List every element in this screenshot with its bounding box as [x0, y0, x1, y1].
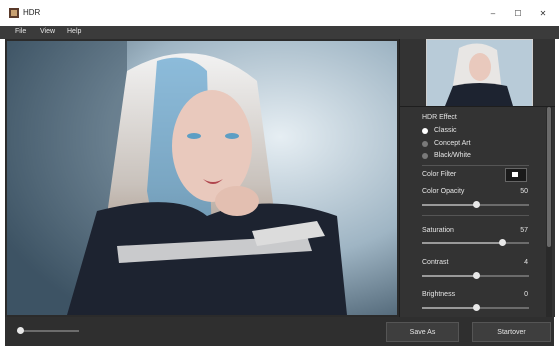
menu-bar: File View Help — [0, 26, 559, 39]
settings-panel: HDR Effect Classic Concept Art Black/Whi… — [399, 39, 555, 317]
thumbnail-preview[interactable] — [426, 39, 533, 107]
saturation-slider[interactable] — [422, 239, 529, 246]
color-opacity-label: Color Opacity — [422, 188, 465, 195]
hdr-effect-heading: HDR Effect — [422, 114, 457, 121]
effect-label: Black/White — [434, 152, 471, 159]
zoom-slider[interactable] — [17, 327, 79, 334]
panel-separator — [400, 106, 555, 107]
slider-handle[interactable] — [472, 272, 480, 279]
color-opacity-slider[interactable] — [422, 201, 529, 208]
contrast-label: Contrast — [422, 259, 449, 266]
contrast-slider[interactable] — [422, 272, 529, 279]
minimize-button[interactable]: – — [479, 4, 507, 22]
menu-view[interactable]: View — [40, 28, 55, 35]
effect-label: Concept Art — [434, 140, 471, 147]
title-bar: HDR – ☐ ✕ — [0, 0, 559, 26]
slider-fill — [422, 307, 476, 309]
zoom-slider-handle[interactable] — [17, 327, 25, 334]
startover-button[interactable]: Startover — [472, 322, 551, 342]
brightness-slider[interactable] — [422, 304, 529, 311]
close-button[interactable]: ✕ — [529, 4, 557, 22]
slider-fill — [422, 242, 503, 244]
radio-selected-icon — [422, 127, 428, 134]
effect-classic-radio[interactable]: Classic — [422, 127, 457, 134]
window-title: HDR — [23, 8, 41, 17]
slider-fill — [422, 275, 476, 277]
color-opacity-value: 50 — [520, 188, 528, 195]
color-filter-label: Color Filter — [422, 171, 457, 178]
radio-unselected-icon — [422, 152, 428, 159]
image-canvas[interactable] — [5, 39, 399, 317]
minimize-icon: – — [490, 8, 496, 18]
color-swatch-fill — [512, 172, 518, 177]
effect-black-white-radio[interactable]: Black/White — [422, 152, 471, 159]
slider-handle[interactable] — [472, 304, 480, 311]
effect-concept-art-radio[interactable]: Concept Art — [422, 140, 471, 147]
slider-fill — [422, 204, 476, 206]
window-bottom-edge — [0, 346, 559, 357]
divider — [422, 165, 529, 166]
color-filter-swatch[interactable] — [505, 168, 527, 182]
close-icon: ✕ — [539, 8, 547, 18]
radio-unselected-icon — [422, 140, 428, 147]
panel-scrollbar-thumb[interactable] — [547, 107, 551, 247]
photo-preview — [7, 41, 397, 315]
app-icon — [9, 8, 19, 18]
save-as-button[interactable]: Save As — [386, 322, 459, 342]
saturation-label: Saturation — [422, 227, 454, 234]
maximize-icon: ☐ — [514, 8, 522, 18]
menu-file[interactable]: File — [15, 28, 26, 35]
brightness-label: Brightness — [422, 291, 456, 298]
slider-handle[interactable] — [499, 239, 507, 246]
maximize-button[interactable]: ☐ — [504, 4, 532, 22]
divider — [422, 215, 529, 216]
menu-help[interactable]: Help — [67, 28, 81, 35]
contrast-value: 4 — [524, 259, 528, 266]
slider-handle[interactable] — [472, 201, 480, 208]
bottom-toolbar: Save As Startover — [5, 317, 554, 346]
brightness-value: 0 — [524, 291, 528, 298]
saturation-value: 57 — [520, 227, 528, 234]
effect-label: Classic — [434, 127, 457, 134]
